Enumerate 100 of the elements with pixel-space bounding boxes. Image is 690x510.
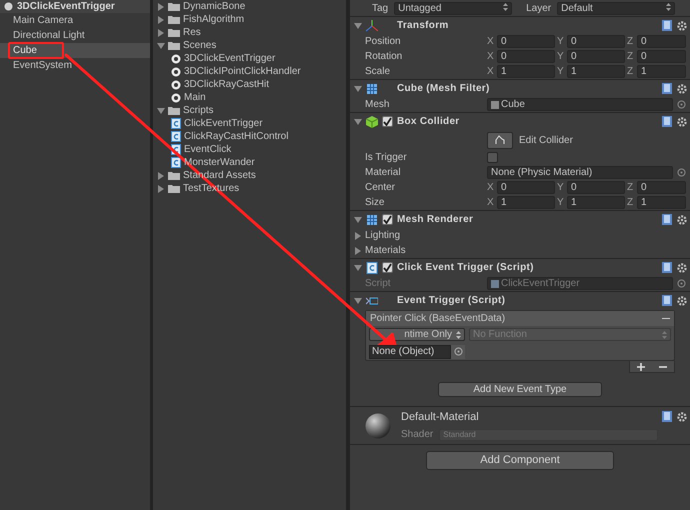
hierarchy-item[interactable]: Cube — [0, 43, 150, 58]
object-field[interactable]: None (Object) — [369, 344, 451, 358]
field-label: Rotation — [365, 50, 404, 64]
gear-icon — [676, 214, 688, 226]
script-file-icon — [171, 131, 181, 142]
tag-dropdown[interactable]: Untagged — [394, 2, 512, 14]
target-icon — [677, 168, 686, 177]
collapse-triangle-icon — [354, 264, 362, 272]
number-field[interactable]: 0 — [637, 50, 686, 63]
number-field[interactable]: 1 — [497, 65, 555, 78]
help-book-icon — [662, 411, 672, 422]
number-field[interactable]: 0 — [497, 181, 555, 194]
enable-checkbox[interactable] — [382, 214, 393, 225]
field-label: Scale — [365, 65, 392, 79]
axis-label: X — [487, 65, 495, 79]
hierarchy-item[interactable]: EventSystem — [0, 58, 150, 73]
collapse-triangle-icon — [354, 84, 362, 92]
object-field[interactable]: None (Physic Material) — [487, 166, 673, 179]
checkmark-icon — [383, 215, 392, 224]
asset-icon — [491, 100, 499, 108]
component-title: Mesh Renderer — [397, 213, 474, 227]
add-new-event-type-button[interactable]: Add New Event Type — [438, 382, 602, 397]
number-field[interactable]: 1 — [637, 196, 686, 209]
script-file-icon — [366, 262, 378, 274]
foldout-label[interactable]: Materials — [365, 243, 406, 258]
number-field[interactable]: 1 — [637, 65, 686, 78]
object-field[interactable]: Cube — [487, 98, 673, 111]
gear-icon — [676, 20, 688, 32]
collapse-triangle-icon — [354, 296, 362, 304]
axis-label: Y — [557, 50, 565, 64]
project-item[interactable]: Scenes — [183, 40, 216, 50]
material-name: Default-Material — [401, 410, 480, 425]
help-book-icon — [662, 262, 672, 273]
script-file-icon — [171, 118, 181, 129]
enable-checkbox[interactable] — [382, 262, 393, 273]
project-item[interactable]: Scripts — [183, 106, 214, 116]
axis-label: Z — [627, 65, 634, 79]
collapse-triangle-icon — [354, 22, 362, 30]
number-field[interactable]: 0 — [497, 50, 555, 63]
project-item[interactable]: EventClick — [184, 144, 232, 154]
project-item[interactable]: 3DClickEventTrigger — [184, 54, 276, 64]
project-item[interactable]: DynamicBone — [183, 2, 246, 12]
number-field[interactable]: 0 — [497, 35, 555, 48]
folder-icon — [168, 28, 180, 37]
component-title: Click Event Trigger (Script) — [397, 261, 535, 275]
help-book-icon — [662, 116, 672, 127]
checkmark-icon — [383, 263, 392, 272]
project-item[interactable]: ClickEventTrigger — [184, 118, 263, 128]
axis-label: Y — [557, 65, 565, 79]
hierarchy-item[interactable]: Main Camera — [0, 13, 150, 28]
add-component-button[interactable]: Add Component — [426, 451, 614, 470]
updown-icon — [503, 2, 508, 10]
project-item[interactable]: ClickRayCastHitControl — [184, 132, 288, 142]
hierarchy-item[interactable]: Directional Light — [0, 28, 150, 43]
collapse-triangle-icon — [354, 118, 362, 126]
axis-label: Y — [557, 35, 565, 49]
component-title: Box Collider — [397, 115, 460, 129]
checkbox[interactable] — [487, 152, 498, 163]
field-label: Position — [365, 35, 402, 49]
project-item[interactable]: 3DClickIPointClickHandler — [184, 66, 301, 76]
help-book-icon — [662, 83, 672, 94]
edit-collider-button[interactable] — [487, 132, 513, 148]
axis-label: X — [487, 181, 495, 195]
number-field[interactable]: 0 — [567, 50, 625, 63]
collapse-triangle-icon — [354, 216, 362, 224]
field-label: Mesh — [365, 98, 390, 112]
field-label: Shader — [401, 428, 434, 442]
project-item[interactable]: 3DClickRayCastHit — [184, 80, 270, 90]
event-icon — [366, 294, 378, 306]
gear-icon — [676, 262, 688, 274]
number-field[interactable]: 1 — [567, 65, 625, 78]
field-label: Material — [365, 166, 402, 180]
help-book-icon — [662, 214, 672, 225]
sphere-icon — [365, 412, 391, 438]
number-field[interactable]: 1 — [567, 196, 625, 209]
component-title: Transform — [397, 19, 450, 33]
runtime-dropdown[interactable]: ntime Only — [369, 328, 465, 341]
project-item[interactable]: Res — [183, 28, 201, 38]
grid-icon — [366, 82, 378, 94]
axis-label: Z — [627, 181, 634, 195]
field-label: Center — [365, 181, 396, 195]
enable-checkbox[interactable] — [382, 116, 393, 127]
number-field[interactable]: 0 — [637, 181, 686, 194]
layer-dropdown[interactable]: Default — [557, 2, 676, 14]
gear-icon — [676, 294, 688, 306]
foldout-label[interactable]: Lighting — [365, 228, 400, 243]
project-item[interactable]: FishAlgorithm — [183, 14, 244, 24]
script-file-icon — [171, 157, 181, 168]
folder-icon — [168, 15, 180, 24]
folder-icon — [168, 171, 180, 180]
number-field[interactable]: 0 — [567, 35, 625, 48]
number-field[interactable]: 1 — [497, 196, 555, 209]
layer-label: Layer — [526, 2, 552, 16]
event-title: Pointer Click (BaseEventData) — [370, 312, 506, 326]
gear-icon — [676, 411, 688, 423]
axis-label: X — [487, 196, 495, 210]
project-item[interactable]: Main — [184, 92, 206, 102]
number-field[interactable]: 0 — [567, 181, 625, 194]
field-label: Script — [365, 277, 392, 291]
number-field[interactable]: 0 — [637, 35, 686, 48]
